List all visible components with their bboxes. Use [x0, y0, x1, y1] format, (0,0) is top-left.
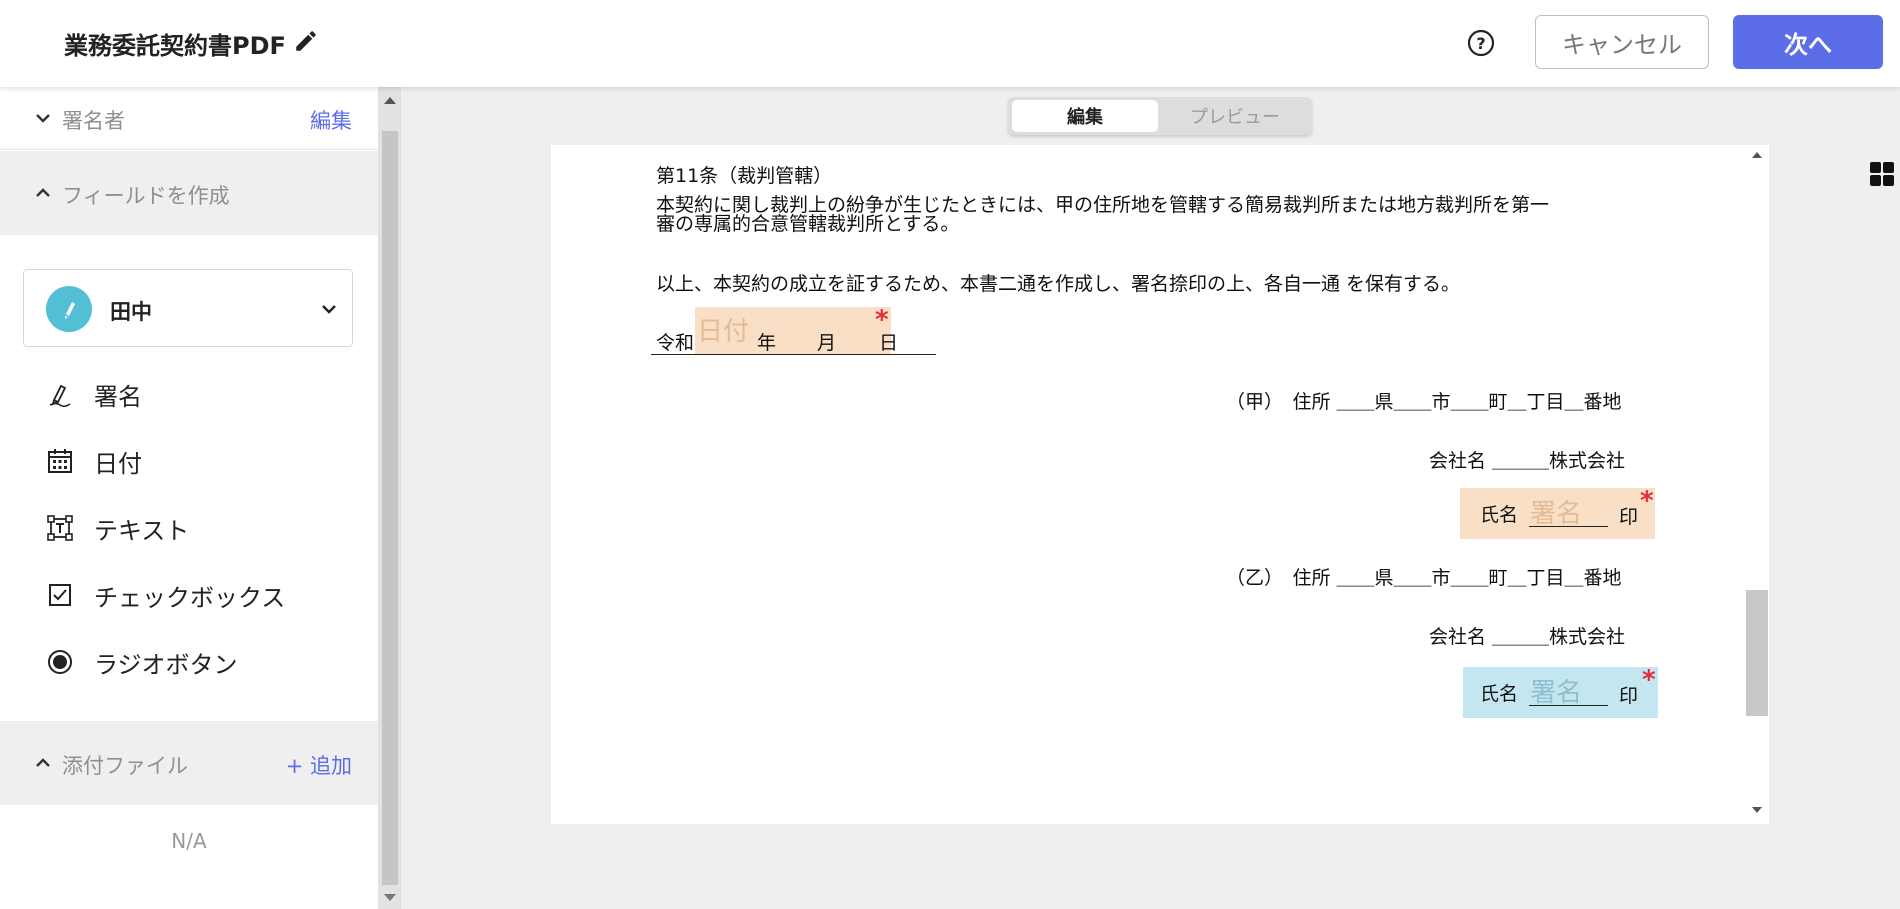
party-b-company: 会社名 ＿＿＿株式会社 — [1429, 626, 1626, 648]
signature-underline — [1529, 705, 1608, 706]
signature-placeholder: 署名 — [1530, 499, 1583, 529]
scroll-down-arrow-icon[interactable] — [1752, 807, 1762, 813]
pen-icon — [65, 302, 75, 319]
create-fields-label: フィールドを作成 — [62, 184, 230, 208]
question-circle-icon[interactable]: ? — [1466, 28, 1496, 58]
document-title: 業務委託契約書PDF — [64, 32, 286, 60]
month-label: 月 — [817, 332, 837, 354]
tab-edit[interactable]: 編集 — [1012, 100, 1158, 132]
signature-underline — [1529, 526, 1608, 527]
article-body-line: 審の専属的合意管轄裁判所とする。 — [656, 213, 960, 235]
attachments-empty-text: N/A — [171, 829, 207, 853]
avatar — [46, 286, 92, 332]
date-field[interactable]: 日付 * — [695, 305, 891, 355]
grid-view-icon[interactable] — [1869, 161, 1895, 187]
document-scrollbar[interactable] — [1745, 145, 1769, 824]
calendar-icon — [48, 449, 72, 473]
required-marker: * — [1642, 665, 1656, 695]
field-type-label: テキスト — [94, 516, 190, 545]
signature-placeholder: 署名 — [1530, 678, 1583, 708]
closing-statement: 以上、本契約の成立を証するため、本書二通を作成し、署名捺印の上、各自一通 を保有… — [656, 273, 1461, 295]
document-page: 第11条（裁判管轄） 本契約に関し裁判上の紛争が生じたときには、甲の住所地を管轄… — [551, 145, 1745, 824]
seal-mark: 印 — [1619, 506, 1639, 528]
sidebar: 署名者 編集 フィールドを作成 田中 署名 日付 テキスト チェックボックス ラ… — [0, 87, 378, 909]
chevron-down-icon[interactable] — [318, 298, 340, 320]
field-type-label: ラジオボタン — [94, 650, 238, 679]
field-type-label: 日付 — [94, 449, 142, 478]
view-mode-toggle: 編集 プレビュー — [1008, 97, 1312, 135]
year-label: 年 — [757, 332, 777, 354]
field-type-radio[interactable]: ラジオボタン — [46, 640, 346, 684]
sidebar-scrollbar-thumb[interactable] — [382, 131, 398, 885]
field-type-checkbox[interactable]: チェックボックス — [46, 573, 346, 617]
day-label: 日 — [879, 332, 899, 354]
field-type-label: チェックボックス — [94, 583, 286, 612]
sidebar-scrollbar[interactable] — [378, 87, 401, 909]
text-box-icon — [47, 515, 73, 541]
pencil-icon[interactable] — [293, 28, 319, 54]
attachments-label: 添付ファイル — [62, 754, 188, 778]
party-b-signature-field[interactable]: 氏名 署名 印 * — [1463, 665, 1658, 718]
radio-button-icon — [48, 650, 72, 674]
seal-mark: 印 — [1619, 685, 1639, 707]
party-a-signature-field[interactable]: 氏名 署名 印 * — [1460, 486, 1655, 539]
date-underline — [651, 354, 936, 355]
selected-signer-name: 田中 — [110, 300, 152, 324]
scroll-down-arrow-icon[interactable] — [384, 894, 396, 901]
chevron-up-icon[interactable] — [32, 752, 54, 774]
signers-section-header[interactable]: 署名者 編集 — [0, 87, 378, 150]
signers-label: 署名者 — [62, 109, 125, 133]
chevron-down-icon[interactable] — [32, 107, 54, 129]
add-attachment-link[interactable]: + 追加 — [286, 750, 352, 780]
party-a-company: 会社名 ＿＿＿株式会社 — [1429, 450, 1626, 472]
scroll-up-arrow-icon[interactable] — [1752, 152, 1762, 158]
article-title: 第11条（裁判管轄） — [656, 165, 833, 187]
era-label: 令和 — [656, 332, 695, 354]
signature-pen-icon — [49, 384, 71, 408]
document-scrollbar-thumb[interactable] — [1746, 590, 1768, 716]
cancel-button[interactable]: キャンセル — [1535, 15, 1709, 69]
next-button[interactable]: 次へ — [1733, 15, 1883, 69]
field-type-date[interactable]: 日付 — [46, 439, 346, 483]
date-field-placeholder: 日付 — [697, 317, 750, 347]
svg-text:?: ? — [1476, 34, 1485, 53]
name-label: 氏名 — [1480, 683, 1519, 705]
edit-signers-link[interactable]: 編集 — [310, 105, 352, 135]
party-b-address: （乙） 住所 ＿＿県＿＿市＿＿町＿丁目＿番地 — [1226, 567, 1622, 589]
party-a-address: （甲） 住所 ＿＿県＿＿市＿＿町＿丁目＿番地 — [1226, 391, 1622, 413]
required-marker: * — [875, 305, 889, 335]
top-bar: 業務委託契約書PDF ? キャンセル 次へ — [0, 0, 1900, 87]
checkbox-icon — [49, 584, 71, 606]
field-type-label: 署名 — [94, 382, 142, 411]
chevron-up-icon[interactable] — [32, 182, 54, 204]
attachments-section-header[interactable]: 添付ファイル + 追加 — [0, 721, 378, 805]
signer-select[interactable]: 田中 — [23, 269, 353, 347]
field-type-text[interactable]: テキスト — [46, 506, 346, 550]
required-marker: * — [1640, 486, 1654, 516]
scroll-up-arrow-icon[interactable] — [384, 97, 396, 104]
field-type-signature[interactable]: 署名 — [46, 372, 346, 416]
create-fields-section-header[interactable]: フィールドを作成 — [0, 151, 378, 235]
tab-preview[interactable]: プレビュー — [1162, 100, 1308, 132]
name-label: 氏名 — [1480, 504, 1519, 526]
